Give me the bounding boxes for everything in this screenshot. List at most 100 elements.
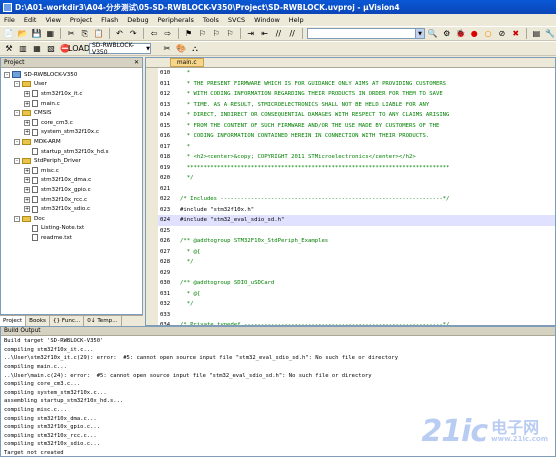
tree-item[interactable]: - Doc	[1, 214, 142, 224]
expand-icon[interactable]: +	[24, 206, 30, 213]
tree-item[interactable]: + misc.c	[1, 166, 142, 176]
redo-icon[interactable]: ↷	[127, 28, 139, 40]
gutter[interactable]	[146, 215, 158, 226]
code-line[interactable]: 013 * TIME. AS A RESULT, STMICROELECTRON…	[146, 99, 555, 110]
nav-forward-icon[interactable]: ⇨	[162, 28, 174, 40]
target-options-icon[interactable]: ✂	[161, 43, 173, 55]
code-line[interactable]: 022 /* Includes -------------------------…	[146, 194, 555, 205]
code-area[interactable]: 010 * 011 * THE PRESENT FIRMWARE WHICH IS…	[146, 68, 555, 325]
code-line[interactable]: 024 #include "stm32_eval_sdio_sd.h"	[146, 215, 555, 226]
build-icon[interactable]: ▥	[17, 43, 29, 55]
tree-item[interactable]: + core_cm3.c	[1, 118, 142, 128]
tree-item[interactable]: + stm32f10x_it.c	[1, 89, 142, 99]
gutter[interactable]	[146, 278, 158, 289]
code-line[interactable]: 033	[146, 309, 555, 320]
code-editor[interactable]: main.c 010 * 011 * THE PRESENT FIRMWARE W…	[145, 57, 556, 326]
disable-breakpoint-icon[interactable]: ○	[482, 28, 494, 40]
translate-icon[interactable]: ⚒	[3, 43, 15, 55]
indent-icon[interactable]: ⇥	[245, 28, 257, 40]
collapse-icon[interactable]: -	[4, 71, 10, 78]
copy-icon[interactable]: ⎘	[79, 28, 91, 40]
save-icon[interactable]: 💾	[31, 28, 43, 40]
kill-breakpoints-icon[interactable]: ✖	[510, 28, 522, 40]
tree-item[interactable]: - StdPeriph_Driver	[1, 156, 142, 166]
breakpoint-icon[interactable]: ●	[468, 28, 480, 40]
tree-item[interactable]: + stm32f10x_gpio.c	[1, 185, 142, 195]
gutter[interactable]	[146, 120, 158, 131]
gutter[interactable]	[146, 183, 158, 194]
debug-icon[interactable]: 🐞	[455, 28, 467, 40]
gutter[interactable]	[146, 225, 158, 236]
expand-icon[interactable]: +	[24, 100, 30, 107]
uncomment-icon[interactable]: //	[286, 28, 298, 40]
expand-icon[interactable]: +	[24, 177, 30, 184]
expand-icon[interactable]: +	[24, 90, 30, 97]
menu-item-peripherals[interactable]: Peripherals	[158, 16, 194, 24]
tree-item[interactable]: readme.txt	[1, 233, 142, 243]
code-line[interactable]: 011 * THE PRESENT FIRMWARE WHICH IS FOR …	[146, 78, 555, 89]
menu-item-tools[interactable]: Tools	[203, 16, 219, 24]
tree-item[interactable]: + stm32f10x_rcc.c	[1, 195, 142, 205]
tree-item[interactable]: + system_stm32f10x.c	[1, 128, 142, 138]
editor-tab-main[interactable]: main.c	[170, 58, 204, 67]
collapse-icon[interactable]: -	[14, 138, 20, 145]
expand-icon[interactable]: +	[24, 129, 30, 136]
gutter[interactable]	[146, 288, 158, 299]
paste-icon[interactable]: 📋	[93, 28, 105, 40]
menu-item-view[interactable]: View	[45, 16, 60, 24]
tree-item[interactable]: - MDK-ARM	[1, 137, 142, 147]
save-all-icon[interactable]: ▦	[44, 28, 56, 40]
tree-item[interactable]: + stm32f10x_sdio.c	[1, 204, 142, 214]
open-file-icon[interactable]: 📂	[17, 28, 29, 40]
menu-item-svcs[interactable]: SVCS	[228, 16, 245, 24]
tree-item[interactable]: + stm32f10x_dma.c	[1, 176, 142, 186]
gutter[interactable]	[146, 267, 158, 278]
menu-item-window[interactable]: Window	[254, 16, 280, 24]
panel-tab[interactable]: Books	[26, 316, 50, 326]
gutter[interactable]	[146, 162, 158, 173]
code-line[interactable]: 018 * <h2><center>&copy; COPYRIGHT 2011 …	[146, 152, 555, 163]
gutter[interactable]	[146, 309, 158, 320]
tree-item[interactable]: - CMSIS	[1, 108, 142, 118]
rebuild-icon[interactable]: ▦	[31, 43, 43, 55]
menu-item-flash[interactable]: Flash	[101, 16, 118, 24]
code-line[interactable]: 028 */	[146, 257, 555, 268]
clear-breakpoints-icon[interactable]: ⊘	[496, 28, 508, 40]
code-line[interactable]: 029	[146, 267, 555, 278]
gutter[interactable]	[146, 89, 158, 100]
manage-components-icon[interactable]: ⛬	[189, 43, 201, 55]
code-line[interactable]: 027 * @{	[146, 246, 555, 257]
code-line[interactable]: 020 */	[146, 173, 555, 184]
code-line[interactable]: 021	[146, 183, 555, 194]
gutter[interactable]	[146, 99, 158, 110]
collapse-icon[interactable]: -	[14, 81, 20, 88]
code-line[interactable]: 014 * DIRECT, INDIRECT OR CONSEQUENTIAL …	[146, 110, 555, 121]
gutter[interactable]	[146, 257, 158, 268]
code-line[interactable]: 019 ************************************…	[146, 162, 555, 173]
code-line[interactable]: 030 /** @addtogroup SDIO_uSDCard	[146, 278, 555, 289]
chevron-down-icon[interactable]: ▼	[415, 29, 424, 38]
code-line[interactable]: 015 * FROM THE CONTENT OF SUCH FIRMWARE …	[146, 120, 555, 131]
bookmark-prev-icon[interactable]: ⚐	[197, 28, 209, 40]
gutter[interactable]	[146, 78, 158, 89]
close-icon[interactable]: ✕	[134, 59, 139, 66]
gutter[interactable]	[146, 204, 158, 215]
bookmark-clear-icon[interactable]: ⚐	[224, 28, 236, 40]
menu-item-debug[interactable]: Debug	[127, 16, 148, 24]
gutter[interactable]	[146, 194, 158, 205]
file-extensions-icon[interactable]: 🎨	[175, 43, 187, 55]
window-layout-icon[interactable]: ▤	[531, 28, 543, 40]
incremental-find-icon[interactable]: ⚙	[441, 28, 453, 40]
code-line[interactable]: 032 */	[146, 299, 555, 310]
config-icon[interactable]: 🔧	[544, 28, 556, 40]
find-in-files-icon[interactable]: 🔍	[427, 28, 439, 40]
gutter[interactable]	[146, 152, 158, 163]
menu-item-file[interactable]: File	[4, 16, 15, 24]
expand-icon[interactable]: +	[24, 167, 30, 174]
menu-item-edit[interactable]: Edit	[24, 16, 37, 24]
menu-item-help[interactable]: Help	[289, 16, 304, 24]
new-file-icon[interactable]: 📄	[3, 28, 15, 40]
tree-item[interactable]: startup_stm32f10x_hd.s	[1, 147, 142, 157]
batch-build-icon[interactable]: ▧	[45, 43, 57, 55]
code-line[interactable]: 017 *	[146, 141, 555, 152]
